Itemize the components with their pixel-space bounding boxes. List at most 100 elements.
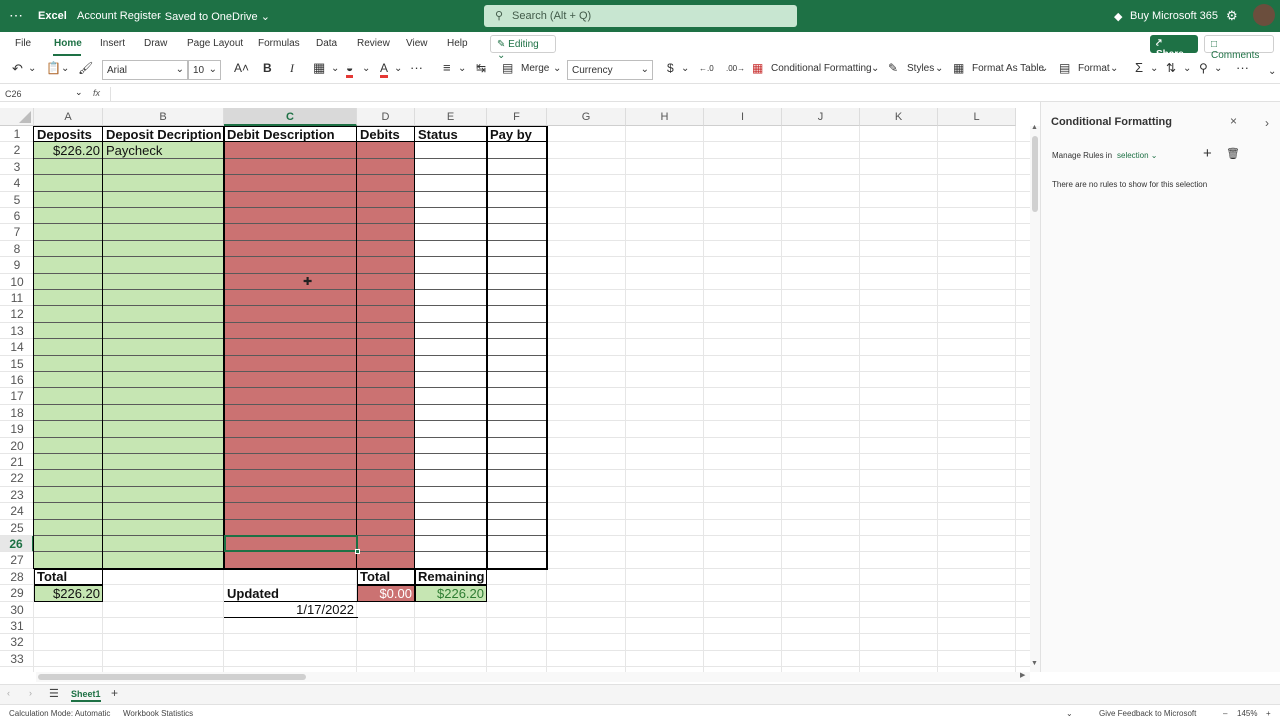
conditional-formatting-dropdown-icon[interactable]: ⌄ [871,63,879,74]
fill-color-icon[interactable]: ◒ [346,61,354,78]
expand-panel-chevron-icon[interactable]: › [1265,116,1269,130]
total-label-a28[interactable]: Total [35,569,103,585]
undo-dropdown-icon[interactable]: ⌄ [28,63,36,74]
styles-icon[interactable]: ✎ [888,61,898,75]
row-header-32[interactable]: 32 [0,634,34,651]
updated-label-c29[interactable]: Updated [225,586,357,602]
column-header-e[interactable]: E [415,108,487,126]
italic-icon[interactable]: I [290,61,294,76]
merge-icon[interactable]: ▤ [502,61,513,75]
format-button[interactable]: Format [1078,63,1110,74]
select-all-corner[interactable] [0,108,34,126]
header-status[interactable]: Status [416,127,487,143]
styles-dropdown-icon[interactable]: ⌄ [935,63,943,74]
row-header-13[interactable]: 13 [0,322,34,340]
editing-mode-button[interactable]: ✎ Editing ⌄ [490,35,556,61]
insert-function-icon[interactable]: fx [93,88,100,98]
find-dropdown-icon[interactable]: ⌄ [1214,63,1222,74]
buy-microsoft-link[interactable]: Buy Microsoft 365 [1130,10,1218,22]
row-header-14[interactable]: 14 [0,339,34,356]
row-header-29[interactable]: 29 [0,585,34,602]
rules-scope-dropdown[interactable]: selection ⌄ [1117,151,1158,160]
format-as-table-icon[interactable]: ▦ [953,61,964,75]
row-header-2[interactable]: 2 [0,142,34,159]
remaining-value-e29[interactable]: $226.20 [416,586,486,602]
more-font-options-icon[interactable]: ··· [410,60,423,75]
font-color-icon[interactable]: A [380,61,389,78]
avatar[interactable] [1253,4,1275,26]
row-header-21[interactable]: 21 [0,454,34,471]
previous-sheet-icon[interactable]: ‹ [7,688,10,698]
format-icon[interactable]: ▤ [1059,61,1070,75]
borders-icon[interactable]: ▦ [313,60,325,76]
row-header-4[interactable]: 4 [0,175,34,192]
align-icon[interactable]: ≡ [443,60,451,75]
delete-rule-icon[interactable]: 🗑 [1226,147,1240,160]
tab-file[interactable]: File [15,38,31,49]
row-header-33[interactable]: 33 [0,650,34,668]
tab-view[interactable]: View [406,38,428,49]
add-rule-icon[interactable]: + [1203,145,1212,162]
column-header-c[interactable]: C [224,108,357,126]
calculation-mode[interactable]: Calculation Mode: Automatic [9,709,110,718]
scroll-down-icon[interactable]: ▼ [1031,660,1038,667]
total-debits-d29[interactable]: $0.00 [358,586,414,602]
merge-button[interactable]: Merge [521,63,549,74]
column-header-i[interactable]: I [704,108,782,126]
row-header-25[interactable]: 25 [0,519,34,536]
spreadsheet-grid[interactable]: ABCDEFGHIJKL 1 2 3 4 5 6 7 8 9 10 11 12 13 14 15 16 17 18… [0,108,1040,672]
tab-home[interactable]: Home [54,38,82,49]
sheet-tab-sheet1[interactable]: Sheet1 [71,689,101,702]
autosum-icon[interactable]: Σ [1135,60,1143,75]
sort-filter-dropdown-icon[interactable]: ⌄ [1183,63,1191,74]
header-deposit-description[interactable]: Deposit Decription [104,127,224,143]
font-color-dropdown-icon[interactable]: ⌄ [394,63,402,74]
row-header-10[interactable]: 10 [0,273,34,290]
status-menu-chevron-icon[interactable]: ⌄ [1066,709,1073,718]
row-header-31[interactable]: 31 [0,618,34,635]
tab-formulas[interactable]: Formulas [258,38,300,49]
fill-color-dropdown-icon[interactable]: ⌄ [362,63,370,74]
autosum-dropdown-icon[interactable]: ⌄ [1150,63,1158,74]
row-header-1[interactable]: 1 [0,126,34,143]
row-header-30[interactable]: 30 [0,601,34,618]
more-options-icon[interactable]: ··· [1236,60,1249,75]
deposit-amount-a2[interactable]: $226.20 [35,143,102,159]
row-header-6[interactable]: 6 [0,208,34,225]
deposit-description-b2[interactable]: Paycheck [104,143,224,159]
styles-button[interactable]: Styles [907,63,934,74]
collapse-ribbon-icon[interactable]: ⌄ [1268,66,1276,77]
tab-data[interactable]: Data [316,38,337,49]
total-label-d28[interactable]: Total [358,569,415,585]
merge-dropdown-icon[interactable]: ⌄ [553,63,561,74]
tab-review[interactable]: Review [357,38,390,49]
settings-gear-icon[interactable]: ⚙ [1226,8,1238,24]
zoom-level[interactable]: 145% [1237,709,1257,718]
header-pay-by[interactable]: Pay by [488,127,547,143]
tab-page-layout[interactable]: Page Layout [187,38,243,49]
search-box[interactable]: ⚲ Search (Alt + Q) [484,5,797,27]
sort-filter-icon[interactable]: ⇅ [1166,61,1176,75]
app-launcher-icon[interactable]: ⋯ [9,7,23,24]
workbook-statistics[interactable]: Workbook Statistics [123,709,193,718]
format-as-table-button[interactable]: Format As Table [972,63,1044,74]
find-icon[interactable]: ⚲ [1199,61,1208,75]
row-header-20[interactable]: 20 [0,437,34,454]
header-debits[interactable]: Debits [358,127,415,143]
row-header-7[interactable]: 7 [0,224,34,241]
increase-font-size-icon[interactable]: A˄ [234,61,249,75]
increase-decimal-icon[interactable]: ←.0 [699,64,714,73]
row-header-28[interactable]: 28 [0,568,34,586]
remaining-label-e28[interactable]: Remaining [416,569,487,585]
next-sheet-icon[interactable]: › [29,688,32,698]
font-name-select[interactable]: Arial ⌄ [102,60,188,80]
comments-button[interactable]: □ Comments [1204,35,1274,61]
save-status[interactable]: · Saved to OneDrive ⌄ [158,10,270,23]
scroll-up-icon[interactable]: ▲ [1031,124,1038,131]
vertical-scroll-thumb[interactable] [1032,136,1038,212]
currency-dropdown-icon[interactable]: ⌄ [681,63,689,74]
tab-help[interactable]: Help [447,38,468,49]
scroll-right-icon[interactable]: ▶ [1020,671,1025,679]
currency-format-button[interactable]: $ [667,61,674,75]
column-header-l[interactable]: L [938,108,1016,126]
